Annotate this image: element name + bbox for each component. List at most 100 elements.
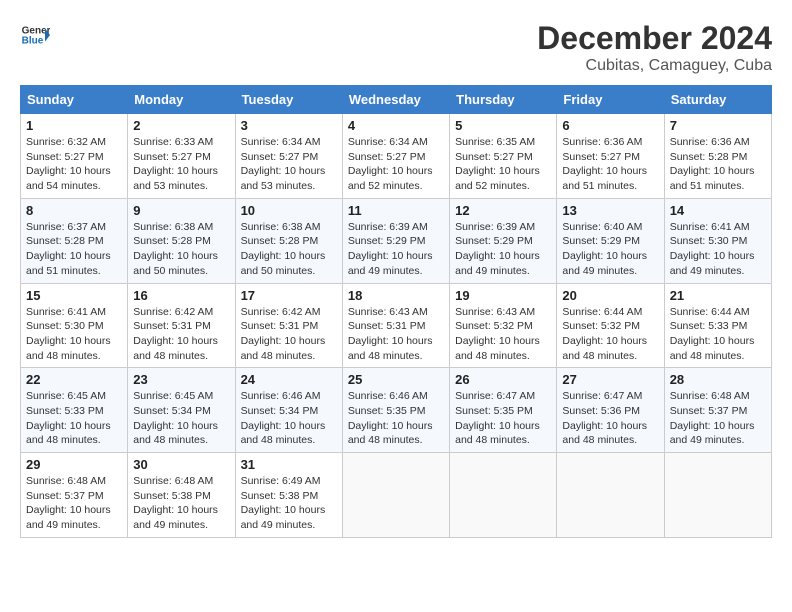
calendar-cell <box>664 453 771 538</box>
calendar-cell: 19 Sunrise: 6:43 AM Sunset: 5:32 PM Dayl… <box>450 283 557 368</box>
sunrise-text: Sunrise: 6:44 AM <box>670 306 750 318</box>
calendar-cell: 29 Sunrise: 6:48 AM Sunset: 5:37 PM Dayl… <box>21 453 128 538</box>
day-number: 17 <box>241 288 337 303</box>
weekday-header-wednesday: Wednesday <box>342 86 449 114</box>
sunset-text: Sunset: 5:28 PM <box>241 235 319 247</box>
weekday-header-row: SundayMondayTuesdayWednesdayThursdayFrid… <box>21 86 772 114</box>
calendar-cell: 21 Sunrise: 6:44 AM Sunset: 5:33 PM Dayl… <box>664 283 771 368</box>
sunset-text: Sunset: 5:33 PM <box>26 405 104 417</box>
sunset-text: Sunset: 5:27 PM <box>26 151 104 163</box>
sunrise-text: Sunrise: 6:43 AM <box>348 306 428 318</box>
weekday-header-monday: Monday <box>128 86 235 114</box>
sunrise-text: Sunrise: 6:41 AM <box>670 221 750 233</box>
day-number: 12 <box>455 203 551 218</box>
daylight-text: Daylight: 10 hours and 50 minutes. <box>241 250 326 277</box>
day-info: Sunrise: 6:40 AM Sunset: 5:29 PM Dayligh… <box>562 220 658 279</box>
calendar-cell: 7 Sunrise: 6:36 AM Sunset: 5:28 PM Dayli… <box>664 114 771 199</box>
sunset-text: Sunset: 5:38 PM <box>241 490 319 502</box>
sunset-text: Sunset: 5:28 PM <box>26 235 104 247</box>
week-row-2: 8 Sunrise: 6:37 AM Sunset: 5:28 PM Dayli… <box>21 198 772 283</box>
day-info: Sunrise: 6:42 AM Sunset: 5:31 PM Dayligh… <box>133 305 229 364</box>
calendar-cell <box>342 453 449 538</box>
day-number: 10 <box>241 203 337 218</box>
daylight-text: Daylight: 10 hours and 48 minutes. <box>670 335 755 362</box>
sunset-text: Sunset: 5:35 PM <box>348 405 426 417</box>
location-title: Cubitas, Camaguey, Cuba <box>537 57 772 75</box>
day-info: Sunrise: 6:39 AM Sunset: 5:29 PM Dayligh… <box>455 220 551 279</box>
daylight-text: Daylight: 10 hours and 51 minutes. <box>670 165 755 192</box>
day-number: 7 <box>670 118 766 133</box>
day-number: 21 <box>670 288 766 303</box>
calendar-cell: 5 Sunrise: 6:35 AM Sunset: 5:27 PM Dayli… <box>450 114 557 199</box>
day-info: Sunrise: 6:46 AM Sunset: 5:35 PM Dayligh… <box>348 389 444 448</box>
calendar-table: SundayMondayTuesdayWednesdayThursdayFrid… <box>20 85 772 538</box>
day-info: Sunrise: 6:47 AM Sunset: 5:35 PM Dayligh… <box>455 389 551 448</box>
sunset-text: Sunset: 5:28 PM <box>670 151 748 163</box>
logo-icon: General Blue <box>20 20 50 50</box>
calendar-cell: 28 Sunrise: 6:48 AM Sunset: 5:37 PM Dayl… <box>664 368 771 453</box>
weekday-header-tuesday: Tuesday <box>235 86 342 114</box>
sunrise-text: Sunrise: 6:42 AM <box>241 306 321 318</box>
sunset-text: Sunset: 5:31 PM <box>133 320 211 332</box>
daylight-text: Daylight: 10 hours and 48 minutes. <box>455 335 540 362</box>
week-row-3: 15 Sunrise: 6:41 AM Sunset: 5:30 PM Dayl… <box>21 283 772 368</box>
daylight-text: Daylight: 10 hours and 49 minutes. <box>133 504 218 531</box>
daylight-text: Daylight: 10 hours and 49 minutes. <box>670 420 755 447</box>
daylight-text: Daylight: 10 hours and 48 minutes. <box>241 335 326 362</box>
daylight-text: Daylight: 10 hours and 52 minutes. <box>455 165 540 192</box>
daylight-text: Daylight: 10 hours and 53 minutes. <box>241 165 326 192</box>
day-number: 23 <box>133 372 229 387</box>
weekday-header-thursday: Thursday <box>450 86 557 114</box>
sunset-text: Sunset: 5:34 PM <box>241 405 319 417</box>
day-number: 5 <box>455 118 551 133</box>
calendar-cell: 3 Sunrise: 6:34 AM Sunset: 5:27 PM Dayli… <box>235 114 342 199</box>
day-number: 16 <box>133 288 229 303</box>
sunrise-text: Sunrise: 6:43 AM <box>455 306 535 318</box>
day-info: Sunrise: 6:38 AM Sunset: 5:28 PM Dayligh… <box>133 220 229 279</box>
calendar-cell: 12 Sunrise: 6:39 AM Sunset: 5:29 PM Dayl… <box>450 198 557 283</box>
sunset-text: Sunset: 5:38 PM <box>133 490 211 502</box>
calendar-cell: 14 Sunrise: 6:41 AM Sunset: 5:30 PM Dayl… <box>664 198 771 283</box>
sunset-text: Sunset: 5:31 PM <box>241 320 319 332</box>
daylight-text: Daylight: 10 hours and 48 minutes. <box>562 335 647 362</box>
sunrise-text: Sunrise: 6:48 AM <box>133 475 213 487</box>
daylight-text: Daylight: 10 hours and 48 minutes. <box>348 420 433 447</box>
sunset-text: Sunset: 5:32 PM <box>562 320 640 332</box>
day-info: Sunrise: 6:37 AM Sunset: 5:28 PM Dayligh… <box>26 220 122 279</box>
day-info: Sunrise: 6:45 AM Sunset: 5:33 PM Dayligh… <box>26 389 122 448</box>
day-info: Sunrise: 6:44 AM Sunset: 5:32 PM Dayligh… <box>562 305 658 364</box>
daylight-text: Daylight: 10 hours and 54 minutes. <box>26 165 111 192</box>
sunrise-text: Sunrise: 6:45 AM <box>133 390 213 402</box>
calendar-cell: 25 Sunrise: 6:46 AM Sunset: 5:35 PM Dayl… <box>342 368 449 453</box>
day-info: Sunrise: 6:34 AM Sunset: 5:27 PM Dayligh… <box>348 135 444 194</box>
day-number: 8 <box>26 203 122 218</box>
day-info: Sunrise: 6:35 AM Sunset: 5:27 PM Dayligh… <box>455 135 551 194</box>
sunrise-text: Sunrise: 6:42 AM <box>133 306 213 318</box>
calendar-cell: 4 Sunrise: 6:34 AM Sunset: 5:27 PM Dayli… <box>342 114 449 199</box>
sunrise-text: Sunrise: 6:41 AM <box>26 306 106 318</box>
day-info: Sunrise: 6:48 AM Sunset: 5:37 PM Dayligh… <box>670 389 766 448</box>
sunset-text: Sunset: 5:27 PM <box>348 151 426 163</box>
day-number: 19 <box>455 288 551 303</box>
sunrise-text: Sunrise: 6:39 AM <box>348 221 428 233</box>
week-row-4: 22 Sunrise: 6:45 AM Sunset: 5:33 PM Dayl… <box>21 368 772 453</box>
daylight-text: Daylight: 10 hours and 51 minutes. <box>26 250 111 277</box>
sunset-text: Sunset: 5:27 PM <box>133 151 211 163</box>
day-info: Sunrise: 6:41 AM Sunset: 5:30 PM Dayligh… <box>670 220 766 279</box>
sunrise-text: Sunrise: 6:47 AM <box>562 390 642 402</box>
calendar-cell: 11 Sunrise: 6:39 AM Sunset: 5:29 PM Dayl… <box>342 198 449 283</box>
day-info: Sunrise: 6:34 AM Sunset: 5:27 PM Dayligh… <box>241 135 337 194</box>
daylight-text: Daylight: 10 hours and 49 minutes. <box>26 504 111 531</box>
sunrise-text: Sunrise: 6:38 AM <box>133 221 213 233</box>
sunset-text: Sunset: 5:29 PM <box>348 235 426 247</box>
day-info: Sunrise: 6:41 AM Sunset: 5:30 PM Dayligh… <box>26 305 122 364</box>
calendar-cell: 18 Sunrise: 6:43 AM Sunset: 5:31 PM Dayl… <box>342 283 449 368</box>
day-number: 27 <box>562 372 658 387</box>
calendar-cell: 31 Sunrise: 6:49 AM Sunset: 5:38 PM Dayl… <box>235 453 342 538</box>
sunrise-text: Sunrise: 6:44 AM <box>562 306 642 318</box>
day-info: Sunrise: 6:39 AM Sunset: 5:29 PM Dayligh… <box>348 220 444 279</box>
daylight-text: Daylight: 10 hours and 49 minutes. <box>562 250 647 277</box>
sunrise-text: Sunrise: 6:40 AM <box>562 221 642 233</box>
sunset-text: Sunset: 5:27 PM <box>241 151 319 163</box>
calendar-cell: 2 Sunrise: 6:33 AM Sunset: 5:27 PM Dayli… <box>128 114 235 199</box>
